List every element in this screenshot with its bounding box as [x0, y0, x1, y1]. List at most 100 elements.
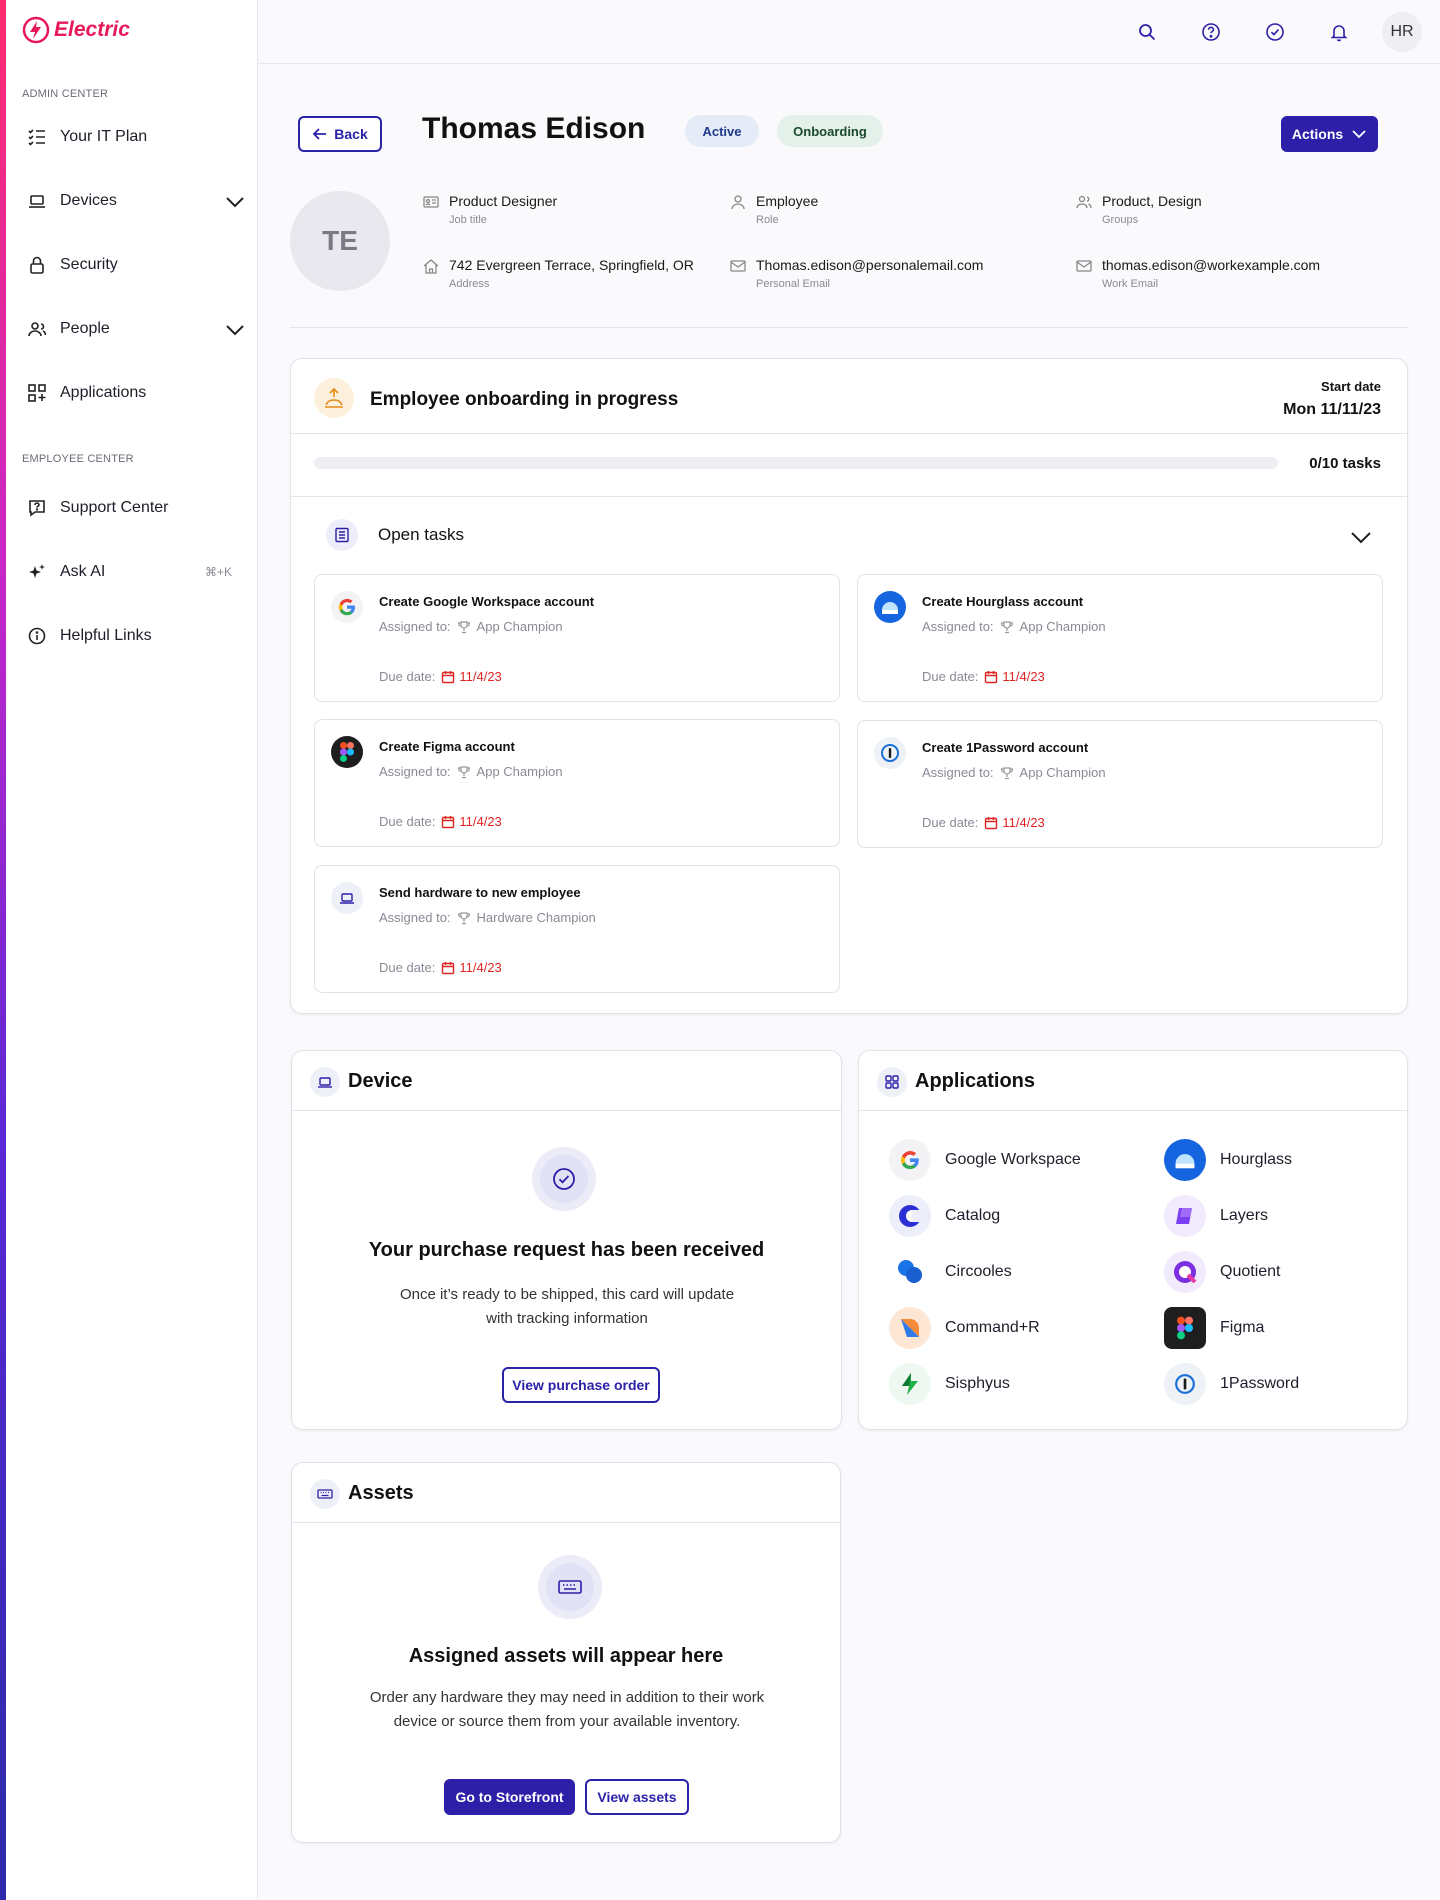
- status-badge-onboarding: Onboarding: [777, 115, 883, 147]
- task-assignee: Assigned to: App Champion: [379, 619, 563, 634]
- divider: [290, 327, 1408, 328]
- app-item[interactable]: Sisphyus: [889, 1363, 1010, 1405]
- app-item[interactable]: Google Workspace: [889, 1139, 1081, 1181]
- app-name: Layers: [1220, 1207, 1269, 1224]
- brand-logo[interactable]: Electric: [22, 16, 130, 44]
- assets-card-title: Assets: [348, 1482, 414, 1504]
- open-tasks-toggle[interactable]: Open tasks: [291, 497, 1407, 573]
- help-icon[interactable]: [1199, 20, 1223, 44]
- sidebar-item-it-plan[interactable]: Your IT Plan: [26, 117, 246, 157]
- sidebar-item-helpful-links[interactable]: Helpful Links: [26, 616, 246, 656]
- app-name: Figma: [1220, 1319, 1265, 1336]
- app-name: Google Workspace: [945, 1151, 1081, 1168]
- applications-card-title: Applications: [915, 1070, 1036, 1092]
- google-icon: [331, 591, 363, 623]
- admin-center-label: ADMIN CENTER: [22, 88, 109, 100]
- chevron-down-icon[interactable]: [224, 191, 246, 213]
- assets-empty-title: Assigned assets will appear here: [408, 1645, 724, 1667]
- assets-empty-desc: Order any hardware they may need in addi…: [369, 1689, 765, 1730]
- calendar-icon: [442, 815, 455, 828]
- divider: [291, 433, 1407, 434]
- apps-grid-icon: [877, 1067, 907, 1097]
- catalog-icon: [889, 1195, 931, 1237]
- app-item[interactable]: Catalog: [889, 1195, 1000, 1237]
- user-icon: [731, 195, 745, 210]
- task-title: Send hardware to new employee: [379, 885, 581, 900]
- mail-icon: [730, 260, 746, 272]
- go-to-storefront-button[interactable]: Go to Storefront: [444, 1779, 575, 1815]
- progress-bar: [314, 457, 1278, 469]
- device-card-header: Device: [292, 1051, 841, 1111]
- sidebar-item-devices[interactable]: Devices: [26, 181, 246, 221]
- sidebar-item-label: Support Center: [60, 499, 169, 516]
- laptop-icon: [26, 190, 48, 212]
- support-icon: [26, 497, 48, 519]
- task-assignee: Assigned to: App Champion: [922, 765, 1106, 780]
- task-list-icon: [326, 519, 358, 551]
- view-assets-button[interactable]: View assets: [585, 1779, 689, 1815]
- sidebar-item-people[interactable]: People: [26, 309, 246, 349]
- chevron-down-icon[interactable]: [224, 319, 246, 341]
- app-item[interactable]: Layers: [1164, 1195, 1268, 1237]
- sisphyus-icon: [889, 1363, 931, 1405]
- task-card[interactable]: Create Figma account Assigned to: App Cha…: [314, 719, 840, 847]
- onboarding-icon: [314, 378, 354, 418]
- sidebar-item-ask-ai[interactable]: Ask AI ⌘+K: [26, 552, 246, 592]
- sparkle-icon: [26, 561, 48, 583]
- check-circle-icon[interactable]: [1263, 20, 1287, 44]
- sidebar-item-applications[interactable]: Applications: [26, 373, 246, 413]
- calendar-icon: [985, 816, 998, 829]
- view-purchase-order-button[interactable]: View purchase order: [502, 1367, 660, 1403]
- task-due: Due date: 11/4/23: [379, 814, 502, 829]
- start-date-label: Start date: [1321, 379, 1381, 394]
- device-empty-desc: Once it’s ready to be shipped, this card…: [399, 1286, 735, 1327]
- 1password-icon: [874, 737, 906, 769]
- chevron-down-icon: [1351, 532, 1371, 544]
- app-name: Hourglass: [1220, 1151, 1293, 1168]
- app-name: Command+R: [945, 1319, 1040, 1336]
- task-assignee: Assigned to: App Champion: [922, 619, 1106, 634]
- brand-name: Electric: [54, 18, 130, 41]
- trophy-icon: [457, 765, 470, 778]
- task-card[interactable]: Create Hourglass account Assigned to: App…: [857, 574, 1383, 702]
- sidebar-item-label: Devices: [60, 192, 117, 209]
- keyboard-icon: [310, 1479, 340, 1509]
- task-due: Due date: 11/4/23: [379, 669, 502, 684]
- device-empty-title: Your purchase request has been received: [368, 1239, 765, 1261]
- actions-button[interactable]: Actions: [1281, 116, 1378, 152]
- search-icon[interactable]: [1135, 20, 1159, 44]
- app-item[interactable]: Figma: [1164, 1307, 1264, 1349]
- task-due: Due date: 11/4/23: [922, 815, 1045, 830]
- app-item[interactable]: Hourglass: [1164, 1139, 1292, 1181]
- sidebar-item-support-center[interactable]: Support Center: [26, 488, 246, 528]
- app-name: Sisphyus: [945, 1375, 1010, 1392]
- group-icon: [1076, 195, 1092, 209]
- figma-icon: [331, 736, 363, 768]
- app-item[interactable]: Command+R: [889, 1307, 1040, 1349]
- avatar: TE: [290, 191, 390, 291]
- sidebar-item-label: Your IT Plan: [60, 128, 148, 145]
- app-name: Quotient: [1220, 1263, 1281, 1280]
- task-title: Create Figma account: [379, 739, 515, 754]
- id-card-icon: [423, 196, 439, 208]
- sidebar-item-label: Helpful Links: [60, 627, 152, 644]
- app-item[interactable]: Circooles: [889, 1251, 1012, 1293]
- task-assignee: Assigned to: App Champion: [379, 764, 563, 779]
- calendar-icon: [442, 670, 455, 683]
- sidebar-item-security[interactable]: Security: [26, 245, 246, 285]
- address-field: 742 Evergreen Terrace, Springfield, OR Ad…: [423, 257, 694, 290]
- app-item[interactable]: Quotient: [1164, 1251, 1280, 1293]
- sidebar-item-label: People: [60, 320, 110, 337]
- role-field: Employee Role: [730, 193, 818, 226]
- task-card[interactable]: Create 1Password account Assigned to: App…: [857, 720, 1383, 848]
- back-button[interactable]: Back: [298, 116, 382, 152]
- hourglass-icon: [1164, 1139, 1206, 1181]
- bell-icon[interactable]: [1327, 20, 1351, 44]
- task-card[interactable]: Create Google Workspace account Assigned…: [314, 574, 840, 702]
- sidebar-item-label: Applications: [60, 384, 147, 401]
- app-name: Circooles: [945, 1263, 1012, 1280]
- circooles-icon: [889, 1251, 931, 1293]
- task-card[interactable]: Send hardware to new employee Assigned t…: [314, 865, 840, 993]
- app-item[interactable]: 1Password: [1164, 1363, 1299, 1405]
- user-avatar[interactable]: HR: [1382, 12, 1422, 52]
